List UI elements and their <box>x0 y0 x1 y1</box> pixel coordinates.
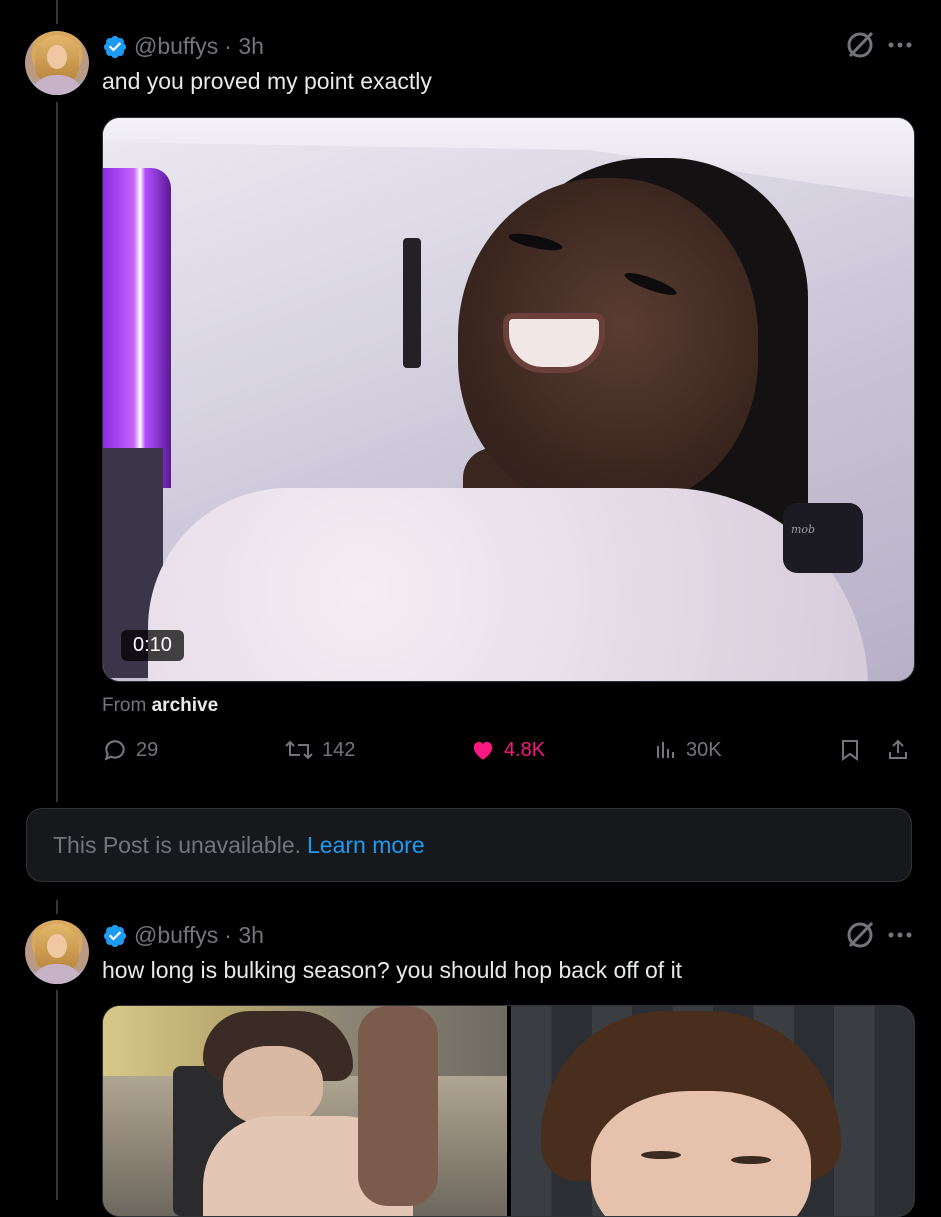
reply-button[interactable]: 29 <box>102 737 158 763</box>
share-icon <box>889 739 907 759</box>
repost-button[interactable]: 142 <box>284 737 355 763</box>
learn-more-link[interactable]: Learn more <box>307 832 425 859</box>
views-button[interactable]: 30K <box>654 737 722 763</box>
author-handle[interactable]: @buffys <box>134 922 218 949</box>
photo-1[interactable] <box>103 1006 507 1216</box>
repost-count: 142 <box>322 738 356 761</box>
post-header: @buffys · 3h <box>102 922 264 949</box>
pillow: mob <box>783 503 863 573</box>
verified-badge-icon <box>103 35 127 58</box>
thread-line-top <box>56 0 58 24</box>
post-header: @buffys · 3h <box>102 33 264 60</box>
thread-line-post-1 <box>56 102 58 802</box>
neon-light <box>103 168 171 488</box>
bookmark-button[interactable] <box>838 737 862 763</box>
views-icon <box>657 742 674 758</box>
post-top-actions <box>845 30 913 60</box>
post-time[interactable]: · 3h <box>224 33 264 60</box>
video-duration-badge: 0:10 <box>121 630 184 661</box>
post-time[interactable]: · 3h <box>224 922 264 949</box>
from-source-line: From archive <box>102 695 218 717</box>
unavailable-text: This Post is unavailable. <box>53 831 302 858</box>
post-top-actions <box>845 920 913 950</box>
post-text: how long is bulking season? you should h… <box>102 957 683 983</box>
share-button[interactable] <box>886 737 910 763</box>
post-unavailable-notice: This Post is unavailable. Learn more <box>26 808 912 882</box>
post-action-bar: 29 142 4.8K 30K <box>102 737 913 777</box>
views-count: 30K <box>686 738 722 761</box>
thread-line-post-2 <box>56 990 58 1200</box>
more-options-icon[interactable] <box>887 40 913 50</box>
repost-icon <box>285 740 313 760</box>
reply-count: 29 <box>136 738 159 761</box>
post-text: and you proved my point exactly <box>102 68 432 94</box>
video-player[interactable]: mob 0:10 <box>102 117 915 682</box>
thread-line-mid <box>56 900 58 914</box>
reply-icon <box>104 740 125 761</box>
video-frame: mob <box>103 118 914 681</box>
like-count: 4.8K <box>504 738 546 761</box>
pillow-watermark: mob <box>791 523 816 536</box>
photo-grid <box>102 1005 915 1217</box>
verified-badge-icon <box>103 924 127 947</box>
more-options-icon[interactable] <box>887 930 913 940</box>
bookmark-icon <box>842 740 858 761</box>
grok-icon[interactable] <box>845 920 875 950</box>
heart-icon <box>473 741 493 760</box>
author-handle[interactable]: @buffys <box>134 33 218 60</box>
from-prefix: From <box>102 695 147 716</box>
avatar[interactable] <box>25 920 89 984</box>
photo-2[interactable] <box>511 1006 914 1216</box>
avatar[interactable] <box>25 31 89 95</box>
from-source-link[interactable]: archive <box>152 695 219 716</box>
like-button[interactable]: 4.8K <box>470 737 545 763</box>
grok-icon[interactable] <box>845 30 875 60</box>
